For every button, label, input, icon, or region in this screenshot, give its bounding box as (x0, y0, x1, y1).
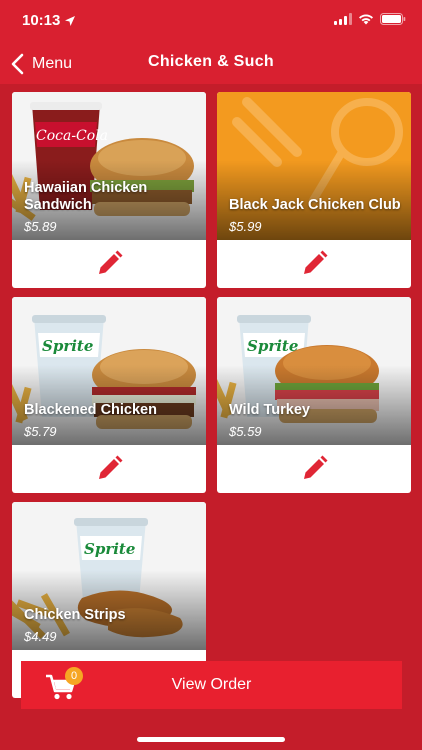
svg-text:Coca-Cola: Coca-Cola (36, 128, 108, 144)
menu-item-image: Sprite Wild Turkey $5.59 (217, 297, 411, 445)
status-time: 10:13 (22, 12, 61, 29)
menu-item-actions (217, 240, 411, 288)
menu-item-card[interactable]: Sprite Blackened Chicken $5.79 (12, 297, 206, 493)
cart-count-badge: 0 (65, 667, 83, 685)
view-order-label: View Order (171, 676, 252, 693)
location-arrow-icon (65, 15, 76, 26)
menu-item-actions (12, 445, 206, 493)
pencil-icon (304, 455, 328, 479)
cellular-signal-icon (334, 13, 352, 25)
customize-button[interactable] (92, 247, 126, 281)
customize-button[interactable] (297, 247, 331, 281)
menu-item-price: $5.79 (24, 424, 57, 439)
customize-button[interactable] (92, 452, 126, 486)
menu-item-name: Blackened Chicken (24, 402, 157, 418)
menu-item-price: $5.59 (229, 424, 262, 439)
menu-item-image: Sprite Blackened Chicken $5.79 (12, 297, 206, 445)
menu-item-card[interactable]: Sprite Wild Turkey $5.59 (217, 297, 411, 493)
menu-item-image: Coca-Cola Hawaiian Chicken Sandwich $5.8… (12, 92, 206, 240)
battery-icon (380, 13, 406, 25)
menu-item-actions (217, 445, 411, 493)
menu-item-card[interactable]: Coca-Cola Hawaiian Chicken Sandwich $5.8… (12, 92, 206, 288)
menu-item-price: $4.49 (24, 629, 57, 644)
menu-item-card[interactable]: Black Jack Chicken Club $5.99 (217, 92, 411, 288)
pencil-icon (99, 455, 123, 479)
svg-text:Sprite: Sprite (84, 540, 135, 558)
status-bar: 10:13 (0, 0, 422, 44)
menu-item-name: Hawaiian Chicken Sandwich (24, 180, 148, 213)
menu-item-price: $5.89 (24, 219, 57, 234)
wifi-icon (359, 14, 373, 25)
navigation-bar: Menu Chicken & Such (0, 44, 422, 84)
status-indicators (334, 13, 406, 25)
menu-item-actions (12, 240, 206, 288)
status-time-group: 10:13 (22, 12, 76, 29)
svg-text:Sprite: Sprite (247, 337, 298, 355)
pencil-icon (99, 250, 123, 274)
customize-button[interactable] (297, 452, 331, 486)
menu-item-name: Chicken Strips (24, 607, 126, 623)
menu-item-image: Black Jack Chicken Club $5.99 (217, 92, 411, 240)
menu-item-name: Wild Turkey (229, 402, 310, 418)
page-title: Chicken & Such (147, 53, 274, 70)
menu-item-price: $5.99 (229, 219, 262, 234)
menu-item-name: Black Jack Chicken Club (229, 197, 401, 213)
view-order-button[interactable]: 0 View Order (21, 661, 402, 709)
home-indicator (137, 737, 285, 742)
pencil-icon (304, 250, 328, 274)
svg-text:Sprite: Sprite (42, 337, 93, 355)
menu-item-image: Sprite Chicken Strips $4.49 (12, 502, 206, 650)
